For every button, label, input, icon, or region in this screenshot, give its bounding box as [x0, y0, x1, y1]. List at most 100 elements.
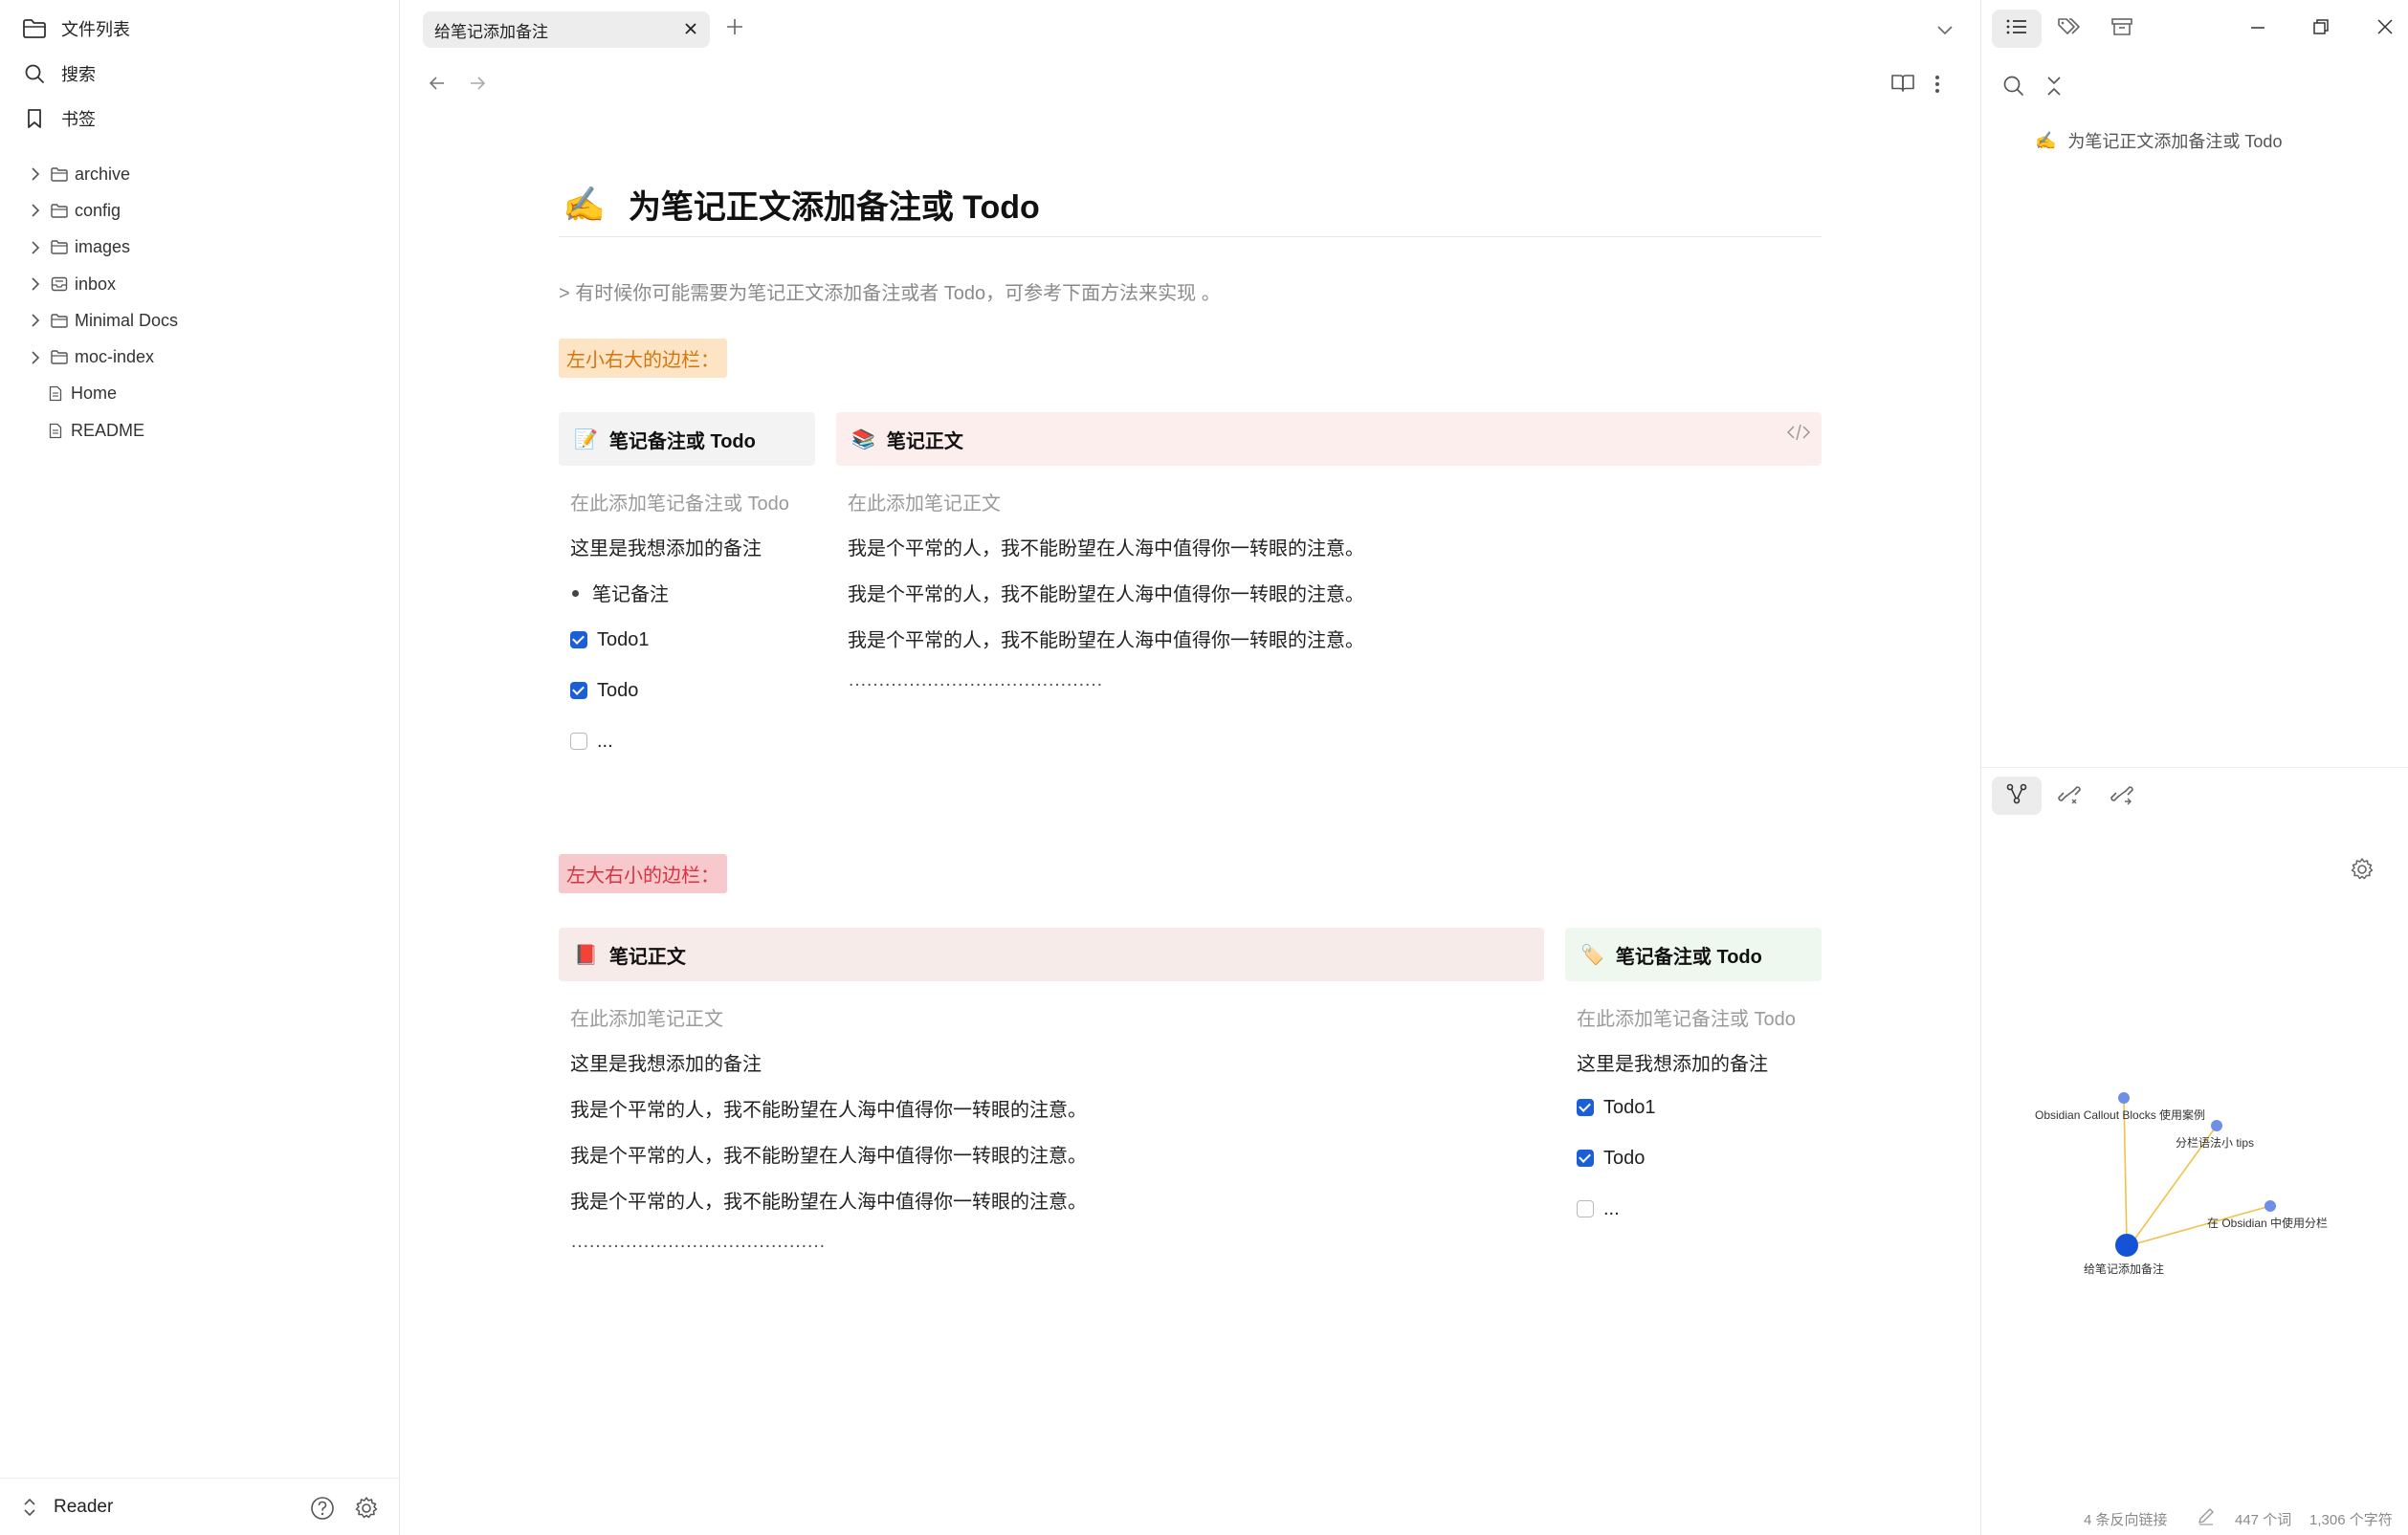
tab-label: 给笔记添加备注: [434, 22, 548, 41]
tree-file-home[interactable]: Home: [0, 376, 400, 412]
checkbox-checked[interactable]: [1577, 1150, 1594, 1167]
body-paragraph: 我是个平常的人，我不能盼望在人海中值得你一转眼的注意。: [570, 1192, 1087, 1213]
arrow-right-icon[interactable]: [467, 73, 488, 99]
graph-node[interactable]: [2211, 1120, 2222, 1131]
tab-outgoing-links[interactable]: [2097, 777, 2147, 815]
callout-header-notes[interactable]: 📝 笔记备注或 Todo: [559, 412, 815, 466]
chevron-right-icon[interactable]: [27, 275, 44, 293]
callout-header-notes[interactable]: 🏷️ 笔记备注或 Todo: [1565, 928, 1822, 981]
tree-folder-archive[interactable]: archive: [0, 156, 400, 192]
settings-gear-icon[interactable]: [354, 1496, 379, 1525]
section2-label: 左大右小的边栏：: [559, 854, 727, 893]
todo-label: Todo1: [597, 629, 650, 650]
tab-current-note[interactable]: 给笔记添加备注: [423, 11, 710, 48]
red-book-emoji: 📕: [574, 944, 598, 966]
close-icon[interactable]: [683, 21, 698, 41]
tree-item-label: README: [71, 420, 145, 440]
chevron-down-icon[interactable]: [1934, 19, 1955, 45]
char-count: 1,306 个字符: [2309, 1512, 2393, 1528]
vault-switcher[interactable]: Reader: [23, 1497, 113, 1518]
note-text: 这里是我想添加的备注: [570, 1054, 762, 1075]
search-label: 搜索: [61, 65, 96, 84]
tab-archive[interactable]: [2097, 10, 2147, 48]
bookmarks-nav[interactable]: 书签: [21, 99, 96, 138]
restore-window-icon[interactable]: [2312, 18, 2330, 40]
folder-icon: [50, 164, 69, 184]
callout-body-main: 在此添加笔记正文 这里是我想添加的备注 我是个平常的人，我不能盼望在人海中值得你…: [559, 1003, 1544, 1261]
graph-node[interactable]: [2118, 1092, 2130, 1104]
todo-item[interactable]: ...: [570, 731, 613, 753]
checkbox-checked[interactable]: [1577, 1099, 1594, 1116]
pane-divider[interactable]: [1981, 767, 2408, 768]
note-text: 这里是我想添加的备注: [570, 538, 762, 559]
tab-tags[interactable]: [2044, 10, 2094, 48]
todo-item[interactable]: Todo1: [570, 629, 650, 651]
tree-folder-moc-index[interactable]: moc-index: [0, 339, 400, 375]
body-paragraph: 我是个平常的人，我不能盼望在人海中值得你一转眼的注意。: [570, 1146, 1087, 1167]
callout-heading: 笔记正文: [608, 946, 686, 968]
chevron-right-icon[interactable]: [27, 349, 44, 366]
arrow-left-icon[interactable]: [427, 73, 448, 99]
checkbox-checked[interactable]: [570, 631, 587, 648]
tab-outline[interactable]: [1992, 10, 2042, 48]
code-block-icon[interactable]: [1786, 423, 1811, 447]
help-icon[interactable]: [310, 1496, 335, 1525]
todo-item[interactable]: Todo: [570, 680, 638, 702]
callout-header-body[interactable]: 📚 笔记正文: [836, 412, 1822, 466]
local-graph[interactable]: Obsidian Callout Blocks 使用案例 分栏语法小 tips …: [1981, 1052, 2408, 1301]
label-emoji: 🏷️: [1580, 944, 1604, 966]
edit-pencil-icon[interactable]: [2197, 1506, 2216, 1529]
more-options-icon[interactable]: [1933, 73, 1942, 100]
checkbox-unchecked[interactable]: [570, 733, 587, 750]
checkbox-checked[interactable]: [570, 682, 587, 699]
ellipsis-line: ……………………………………: [848, 669, 1103, 691]
note-title: ✍️ 为笔记正文添加备注或 Todo: [559, 172, 1822, 237]
callout-header-body[interactable]: 📕 笔记正文: [559, 928, 1544, 981]
file-list-nav[interactable]: 文件列表: [21, 10, 130, 48]
todo-item[interactable]: Todo: [1577, 1148, 1645, 1170]
search-icon[interactable]: [2002, 75, 2025, 102]
tree-item-label: archive: [75, 164, 131, 184]
graph-node[interactable]: [2264, 1200, 2276, 1212]
view-header: [400, 67, 1980, 105]
backlink-count[interactable]: 4 条反向链接: [2084, 1509, 2168, 1529]
title-emoji: ✍️: [563, 184, 606, 224]
folder-icon: [50, 201, 69, 220]
bookmark-icon: [21, 105, 48, 132]
settings-gear-icon[interactable]: [2350, 857, 2375, 887]
tree-folder-config[interactable]: config: [0, 192, 400, 229]
graph-node-current[interactable]: [2115, 1234, 2138, 1257]
tree-folder-minimal-docs[interactable]: Minimal Docs: [0, 302, 400, 339]
chevron-right-icon[interactable]: [27, 202, 44, 219]
tab-backlinks[interactable]: [2044, 777, 2094, 815]
tree-item-label: moc-index: [75, 347, 155, 367]
search-icon: [21, 60, 48, 87]
graph-node-label: 在 Obsidian 中使用分栏: [2207, 1216, 2328, 1230]
chevron-right-icon[interactable]: [27, 165, 44, 183]
minimize-icon[interactable]: [2249, 19, 2266, 41]
callout-placeholder: 在此添加笔记正文: [570, 1009, 723, 1030]
tree-item-label: config: [75, 200, 122, 220]
tree-file-readme[interactable]: README: [0, 412, 400, 449]
memo-emoji: 📝: [574, 428, 598, 450]
file-icon: [46, 421, 65, 440]
tab-local-graph[interactable]: [1992, 777, 2042, 815]
collapse-all-icon[interactable]: [2044, 75, 2064, 102]
plus-icon[interactable]: [723, 15, 746, 43]
tree-folder-inbox[interactable]: inbox: [0, 266, 400, 302]
search-nav[interactable]: 搜索: [21, 55, 96, 93]
tab-bar: 给笔记添加备注: [400, 0, 1980, 59]
todo-item[interactable]: Todo1: [1577, 1097, 1656, 1119]
note-title-text: 为笔记正文添加备注或 Todo: [628, 189, 1040, 226]
todo-item[interactable]: ...: [1577, 1198, 1620, 1220]
outline-heading[interactable]: ✍️ 为笔记正文添加备注或 Todo: [2035, 128, 2282, 153]
status-bar: 4 条反向链接 447 个词 1,306 个字符: [1981, 1503, 2408, 1532]
todo-label: ...: [1603, 1198, 1620, 1219]
archive-icon: [2110, 16, 2133, 42]
close-window-icon[interactable]: [2376, 18, 2394, 40]
chevron-right-icon[interactable]: [27, 312, 44, 329]
tree-folder-images[interactable]: images: [0, 230, 400, 266]
chevron-right-icon[interactable]: [27, 239, 44, 256]
book-open-icon[interactable]: [1890, 73, 1915, 99]
checkbox-unchecked[interactable]: [1577, 1200, 1594, 1217]
